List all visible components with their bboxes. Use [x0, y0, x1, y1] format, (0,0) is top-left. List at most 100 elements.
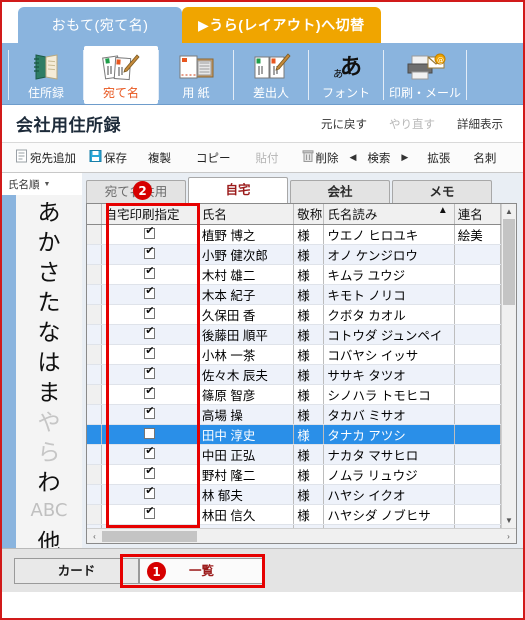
- vertical-scroll-thumb[interactable]: [503, 219, 515, 305]
- checkbox-home-print[interactable]: [144, 505, 156, 519]
- row-selector[interactable]: [87, 264, 102, 285]
- tab-memo[interactable]: メモ: [392, 180, 492, 203]
- table-row[interactable]: 中田 正弘 様 ナカタ マサヒロ: [87, 444, 501, 465]
- cell-home-print[interactable]: [101, 264, 199, 285]
- ribbon-item-sender[interactable]: 差出人: [234, 46, 308, 104]
- table-row[interactable]: 高場 操 様 タカバ ミサオ: [87, 404, 501, 425]
- scroll-right-icon[interactable]: ›: [501, 532, 516, 541]
- scroll-up-icon[interactable]: ▲: [502, 204, 516, 219]
- table-row[interactable]: 林 郁夫 様 ハヤシ イクオ: [87, 484, 501, 505]
- cell-home-print[interactable]: [101, 304, 199, 325]
- tab-switch-to-back-layout[interactable]: ▶うら(レイアウト)へ切替: [182, 7, 381, 43]
- row-selector[interactable]: [87, 304, 102, 325]
- cell-home-print[interactable]: [101, 344, 199, 365]
- cell-home-print[interactable]: [101, 504, 199, 525]
- table-row[interactable]: 野村 隆二 様 ノムラ リュウジ: [87, 464, 501, 485]
- duplicate-button[interactable]: 複製: [143, 148, 176, 168]
- checkbox-home-print[interactable]: [144, 385, 156, 399]
- kana-item-ta[interactable]: た: [16, 285, 82, 316]
- cell-home-print[interactable]: [101, 224, 199, 245]
- kana-item-ma[interactable]: ま: [16, 375, 82, 406]
- table-row[interactable]: 小野 健次郎 様 オノ ケンジロウ: [87, 244, 501, 265]
- checkbox-home-print[interactable]: [144, 345, 156, 359]
- business-card-button[interactable]: 名刺: [468, 148, 501, 168]
- vertical-scrollbar[interactable]: ▲ ▼: [501, 204, 516, 528]
- paste-button[interactable]: 貼付: [251, 148, 284, 168]
- ribbon-item-font[interactable]: ぁ あ フォント: [309, 46, 383, 104]
- kana-item-a[interactable]: あ: [16, 195, 82, 226]
- cell-home-print[interactable]: [101, 484, 199, 505]
- cell-home-print[interactable]: [101, 324, 199, 345]
- checkbox-home-print[interactable]: [144, 305, 156, 319]
- ribbon-item-address-book[interactable]: 住所録: [9, 46, 83, 104]
- tab-front-address[interactable]: おもて(宛て名): [18, 7, 182, 43]
- checkbox-home-print[interactable]: [144, 465, 156, 479]
- row-selector[interactable]: [87, 444, 102, 465]
- row-selector[interactable]: [87, 484, 102, 505]
- extend-button[interactable]: 拡張: [422, 148, 455, 168]
- view-card-button[interactable]: カード: [14, 557, 139, 584]
- cell-home-print[interactable]: [101, 364, 199, 385]
- row-selector[interactable]: [87, 324, 102, 345]
- table-row-selected[interactable]: 田中 淳史 様 タナカ アツシ: [87, 424, 501, 445]
- cell-home-print[interactable]: [101, 444, 199, 465]
- table-row[interactable]: 後藤田 順平 様 コトウダ ジュンペイ: [87, 324, 501, 345]
- table-row[interactable]: 植野 博之 様 ウエノ ヒロユキ 絵美: [87, 224, 501, 245]
- row-selector[interactable]: [87, 344, 102, 365]
- table-row[interactable]: 木村 雄二 様 キムラ ユウジ: [87, 264, 501, 285]
- row-selector[interactable]: [87, 224, 102, 245]
- column-header-joint-name[interactable]: 連名: [454, 204, 501, 225]
- save-button[interactable]: 保存: [84, 147, 132, 168]
- horizontal-scroll-thumb[interactable]: [102, 530, 197, 542]
- kana-item-ya[interactable]: や: [16, 405, 82, 436]
- tab-home[interactable]: 自宅: [188, 177, 288, 203]
- redo-button[interactable]: やり直す: [389, 116, 435, 132]
- row-selector[interactable]: [87, 464, 102, 485]
- row-selector[interactable]: [87, 504, 102, 525]
- scroll-down-icon[interactable]: ▼: [502, 513, 516, 528]
- table-row[interactable]: 林田 信久 様 ハヤシダ ノブヒサ: [87, 504, 501, 525]
- checkbox-home-print[interactable]: [144, 265, 156, 279]
- ribbon-item-print-mail[interactable]: @ 印刷・メール: [384, 46, 466, 104]
- vertical-scroll-track[interactable]: [502, 305, 516, 513]
- column-header-name-reading[interactable]: 氏名読み ▲: [323, 204, 455, 225]
- column-header-name[interactable]: 氏名: [198, 204, 295, 225]
- column-header-honorific[interactable]: 敬称: [293, 204, 325, 225]
- row-selector[interactable]: [87, 284, 102, 305]
- checkbox-home-print[interactable]: [144, 405, 156, 419]
- table-row[interactable]: 久保田 香 様 クボタ カオル: [87, 304, 501, 325]
- undo-button[interactable]: 元に戻す: [321, 116, 367, 132]
- checkbox-home-print[interactable]: [144, 428, 156, 439]
- cell-home-print[interactable]: [101, 424, 199, 445]
- tab-company[interactable]: 会社: [290, 180, 390, 203]
- checkbox-home-print[interactable]: [144, 245, 156, 259]
- checkbox-home-print[interactable]: [144, 485, 156, 499]
- cell-home-print[interactable]: [101, 404, 199, 425]
- add-recipient-button[interactable]: 宛先追加: [10, 147, 81, 168]
- checkbox-home-print[interactable]: [144, 325, 156, 339]
- row-selector[interactable]: [87, 364, 102, 385]
- ribbon-item-addressee[interactable]: 宛て名: [84, 46, 158, 104]
- table-row[interactable]: 小林 一茶 様 コバヤシ イッサ: [87, 344, 501, 365]
- row-selector[interactable]: [87, 384, 102, 405]
- kana-item-wa[interactable]: わ: [16, 465, 82, 496]
- horizontal-scrollbar[interactable]: ‹ ›: [87, 528, 516, 543]
- checkbox-home-print[interactable]: [144, 225, 156, 239]
- detail-view-button[interactable]: 詳細表示: [457, 116, 503, 132]
- sort-order-dropdown[interactable]: 氏名順 ▼: [2, 173, 82, 195]
- cell-home-print[interactable]: [101, 284, 199, 305]
- delete-button[interactable]: 削除: [297, 147, 344, 168]
- kana-item-abc[interactable]: ABC: [16, 495, 82, 525]
- search-next-icon[interactable]: ▶: [398, 152, 411, 163]
- row-selector[interactable]: [87, 404, 102, 425]
- table-row[interactable]: 佐々木 辰夫 様 ササキ タツオ: [87, 364, 501, 385]
- kana-item-ra[interactable]: ら: [16, 435, 82, 466]
- cell-home-print[interactable]: [101, 384, 199, 405]
- table-row[interactable]: 木本 紀子 様 キモト ノリコ: [87, 284, 501, 305]
- checkbox-home-print[interactable]: [144, 365, 156, 379]
- kana-item-ha[interactable]: は: [16, 345, 82, 376]
- row-selector[interactable]: [87, 424, 102, 445]
- scroll-left-icon[interactable]: ‹: [87, 532, 102, 541]
- kana-item-sa[interactable]: さ: [16, 255, 82, 286]
- kana-item-na[interactable]: な: [16, 315, 82, 346]
